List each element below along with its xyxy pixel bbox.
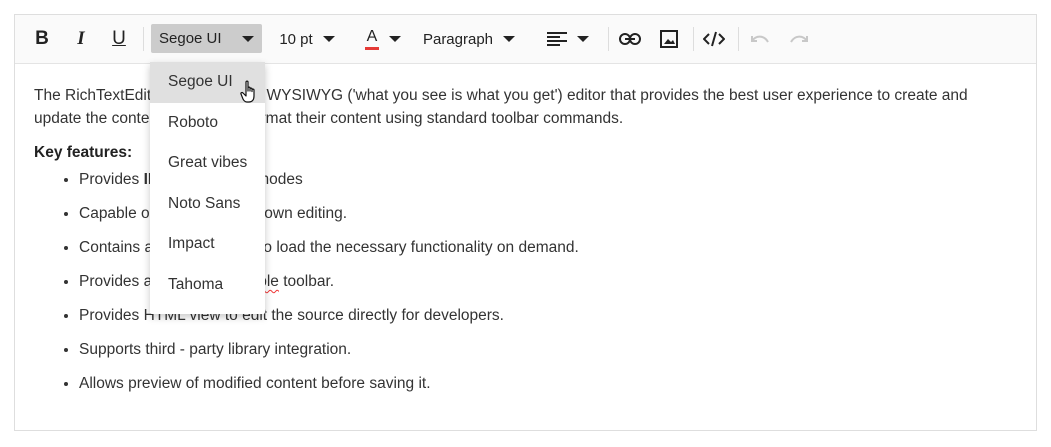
font-option[interactable]: Great vibes: [150, 143, 265, 184]
font-color-dropdown[interactable]: A: [358, 23, 408, 55]
chevron-down-icon: [322, 36, 335, 42]
chevron-down-icon: [503, 36, 516, 42]
intro-text: The RichTextEdit: [34, 87, 152, 104]
image-icon: [660, 30, 678, 48]
feature-text: toolbar.: [278, 273, 335, 290]
redo-button[interactable]: [785, 23, 813, 55]
font-option[interactable]: Tahoma: [150, 265, 265, 306]
font-name-value: Segoe UI: [159, 30, 222, 47]
underline-label: U: [112, 28, 126, 49]
alignment-dropdown[interactable]: [542, 23, 594, 55]
italic-button[interactable]: I: [68, 23, 94, 55]
insert-link-button[interactable]: [616, 23, 644, 55]
chevron-down-icon: [242, 35, 254, 42]
chevron-down-icon: [577, 36, 589, 42]
hand-cursor-icon: [240, 80, 260, 109]
intro-text: rmat their content using standard toolba…: [260, 110, 624, 127]
font-color-swatch: [365, 46, 379, 50]
feature-text: Allows preview of modified content befor…: [79, 375, 431, 392]
bold-label: B: [35, 28, 49, 49]
feature-text: Capable o: [79, 205, 150, 222]
redo-icon: [789, 33, 809, 45]
font-size-value: 10 pt: [279, 30, 313, 48]
feature-text: Provides a: [79, 273, 153, 290]
feature-text: Provides HTML view to edit the source di…: [79, 307, 504, 324]
font-option[interactable]: Impact: [150, 224, 265, 265]
align-left-icon: [547, 31, 567, 47]
bold-button[interactable]: B: [29, 23, 55, 55]
toolbar-separator: [608, 27, 609, 51]
feature-text: Contains a: [79, 239, 154, 256]
font-size-dropdown[interactable]: 10 pt: [273, 23, 341, 55]
font-name-dropdown[interactable]: Segoe UI: [151, 24, 262, 53]
toolbar: B I U Segoe UI 10 pt A Paragraph: [15, 15, 1036, 64]
toolbar-separator: [738, 27, 739, 51]
list-item: Supports third - party library integrati…: [79, 338, 1017, 361]
intro-text: WYSIWYG ('what you see is what you get')…: [262, 87, 968, 104]
undo-button[interactable]: [746, 23, 774, 55]
feature-text: Supports third - party library integrati…: [79, 341, 352, 358]
source-code-button[interactable]: [699, 23, 729, 55]
list-item: Allows preview of modified content befor…: [79, 372, 1017, 395]
source-code-icon: [703, 31, 725, 47]
format-value: Paragraph: [422, 30, 494, 48]
undo-icon: [750, 33, 770, 45]
underline-button[interactable]: U: [106, 23, 132, 55]
feature-text: to load the necessary functionality on d…: [259, 239, 579, 256]
font-color-label: A: [366, 27, 378, 45]
font-color-icon: A: [365, 27, 379, 50]
feature-text: Provides: [79, 171, 144, 188]
toolbar-separator: [143, 27, 144, 51]
insert-image-button[interactable]: [655, 23, 683, 55]
format-dropdown[interactable]: Paragraph: [420, 23, 518, 55]
link-icon: [619, 33, 641, 45]
intro-text: update the conte: [34, 110, 150, 127]
font-option[interactable]: Noto Sans: [150, 184, 265, 225]
toolbar-separator: [693, 27, 694, 51]
italic-label: I: [77, 28, 85, 49]
feature-text: down editing.: [255, 205, 348, 222]
chevron-down-icon: [389, 36, 401, 42]
